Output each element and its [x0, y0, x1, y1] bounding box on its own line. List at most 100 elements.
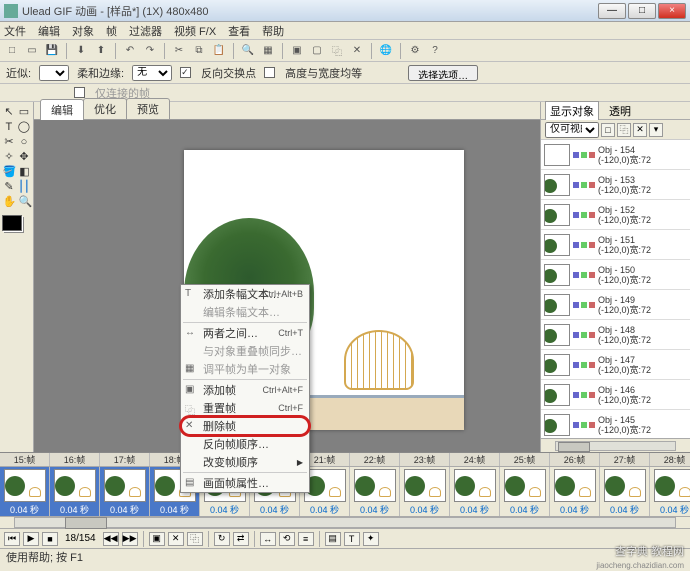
softedge-select[interactable]: 无: [132, 65, 172, 81]
zoom-icon[interactable]: 🔍: [240, 43, 256, 59]
tab-edit[interactable]: 编辑: [40, 99, 84, 120]
import-icon[interactable]: ⬇: [73, 43, 89, 59]
dupframe-button[interactable]: ⿻: [187, 532, 203, 546]
info-icon[interactable]: ?: [427, 43, 443, 59]
menu-filter[interactable]: 过滤器: [129, 23, 162, 39]
grid-icon[interactable]: ▦: [260, 43, 276, 59]
panel-new-icon[interactable]: □: [601, 123, 615, 137]
prev-button[interactable]: ◀◀: [103, 532, 119, 546]
web-icon[interactable]: 🌐: [378, 43, 394, 59]
ctx-tween[interactable]: ↔两者之间…Ctrl+T: [181, 324, 309, 342]
wand-tool-icon[interactable]: ✧: [2, 149, 16, 164]
tab-transparency[interactable]: 透明: [605, 102, 635, 120]
layer-row[interactable]: Obj - 145(-120,0)宽:72: [541, 410, 690, 438]
layer-row[interactable]: Obj - 154(-120,0)宽:72: [541, 140, 690, 170]
panel-hscroll[interactable]: [541, 438, 690, 452]
undo-icon[interactable]: ↶: [122, 43, 138, 59]
zoom-tool-icon[interactable]: 🔍: [18, 194, 33, 209]
note-checkbox[interactable]: [74, 87, 85, 98]
tab-show-objects[interactable]: 显示对象: [545, 101, 599, 120]
next-button[interactable]: ▶▶: [122, 532, 138, 546]
tab-optimize[interactable]: 优化: [83, 98, 127, 119]
recent-select[interactable]: [39, 65, 69, 81]
frame-cell[interactable]: 0.04 秒: [400, 467, 450, 516]
ctx-reverse-order[interactable]: 反向帧顺序…: [181, 435, 309, 453]
text-tool-icon[interactable]: T: [2, 119, 16, 134]
minimize-button[interactable]: —: [598, 3, 626, 19]
close-button[interactable]: ×: [658, 3, 686, 19]
sync-button[interactable]: ⟲: [279, 532, 295, 546]
hand-tool-icon[interactable]: ✋: [2, 194, 17, 209]
timeline-frames[interactable]: 0.04 秒0.04 秒0.04 秒0.04 秒0.04 秒0.04 秒0.04…: [0, 467, 690, 516]
copy-icon[interactable]: ⧉: [191, 43, 207, 59]
tween-button[interactable]: ↔: [260, 532, 276, 546]
layer-row[interactable]: Obj - 151(-120,0)宽:72: [541, 230, 690, 260]
frame-cell[interactable]: 0.04 秒: [350, 467, 400, 516]
new-icon[interactable]: □: [4, 43, 20, 59]
layer-row[interactable]: Obj - 150(-120,0)宽:72: [541, 260, 690, 290]
menu-videofx[interactable]: 视频 F/X: [174, 23, 216, 39]
props-button[interactable]: ▤: [325, 532, 341, 546]
layer-row[interactable]: Obj - 149(-120,0)宽:72: [541, 290, 690, 320]
marquee-tool-icon[interactable]: ▭: [17, 104, 31, 119]
equal-checkbox[interactable]: [264, 67, 275, 78]
menu-file[interactable]: 文件: [4, 23, 26, 39]
ctx-dup-frame[interactable]: ⿻重置帧Ctrl+F: [181, 399, 309, 417]
select-options-button[interactable]: [408, 65, 478, 81]
ctx-change-order[interactable]: 改变帧顺序▶: [181, 453, 309, 471]
redo-icon[interactable]: ↷: [142, 43, 158, 59]
maximize-button[interactable]: □: [628, 3, 656, 19]
reverse-button[interactable]: ⇄: [233, 532, 249, 546]
stop-button[interactable]: ■: [42, 532, 58, 546]
layer-row[interactable]: Obj - 153(-120,0)宽:72: [541, 170, 690, 200]
del-icon[interactable]: ✕: [349, 43, 365, 59]
layer-row[interactable]: Obj - 147(-120,0)宽:72: [541, 350, 690, 380]
eraser-tool-icon[interactable]: ◧: [18, 164, 31, 179]
dup-icon[interactable]: ⿻: [329, 43, 345, 59]
crop-tool-icon[interactable]: ✂: [2, 134, 16, 149]
move-tool-icon[interactable]: ✥: [17, 149, 31, 164]
visibility-select[interactable]: 仅可视的: [545, 122, 599, 138]
ctx-add-banner[interactable]: T添加条幅文本…Ctrl+Alt+B: [181, 285, 309, 303]
panel-del-icon[interactable]: ✕: [633, 123, 647, 137]
invert-checkbox[interactable]: [180, 67, 191, 78]
menu-help[interactable]: 帮助: [262, 23, 284, 39]
frame-cell[interactable]: 0.04 秒: [450, 467, 500, 516]
color-swatch[interactable]: [2, 215, 22, 231]
frame-cell[interactable]: 0.04 秒: [100, 467, 150, 516]
open-icon[interactable]: ▭: [24, 43, 40, 59]
paste-icon[interactable]: 📋: [211, 43, 227, 59]
menu-object[interactable]: 对象: [72, 23, 94, 39]
ellipse-tool-icon[interactable]: ○: [17, 134, 31, 149]
layer-list[interactable]: Obj - 154(-120,0)宽:72 Obj - 153(-120,0)宽…: [541, 140, 690, 438]
layer-row[interactable]: Obj - 148(-120,0)宽:72: [541, 320, 690, 350]
loop-button[interactable]: ↻: [214, 532, 230, 546]
save-icon[interactable]: 💾: [44, 43, 60, 59]
pointer-tool-icon[interactable]: ↖: [2, 104, 16, 119]
menu-view[interactable]: 查看: [228, 23, 250, 39]
first-button[interactable]: ⏮: [4, 532, 20, 546]
menu-frame[interactable]: 帧: [106, 23, 117, 39]
frame-cell[interactable]: 0.04 秒: [600, 467, 650, 516]
align-button[interactable]: ≡: [298, 532, 314, 546]
frame-cell[interactable]: 0.04 秒: [500, 467, 550, 516]
timeline-hscroll[interactable]: [0, 516, 690, 528]
addframe-button[interactable]: ▣: [149, 532, 165, 546]
brush-tool-icon[interactable]: ✎: [2, 179, 16, 194]
frame-cell[interactable]: 0.04 秒: [50, 467, 100, 516]
delframe-icon[interactable]: ▢: [309, 43, 325, 59]
fx-button[interactable]: ✦: [363, 532, 379, 546]
ctx-del-frame[interactable]: ✕删除帧: [181, 417, 309, 435]
play-button[interactable]: ▶: [23, 532, 39, 546]
panel-dup-icon[interactable]: ⿻: [617, 123, 631, 137]
cut-icon[interactable]: ✂: [171, 43, 187, 59]
settings-icon[interactable]: ⚙: [407, 43, 423, 59]
ctx-add-frame[interactable]: ▣添加帧Ctrl+Alt+F: [181, 381, 309, 399]
line-tool-icon[interactable]: ⎮⎮: [17, 179, 31, 194]
export-icon[interactable]: ⬆: [93, 43, 109, 59]
lasso-tool-icon[interactable]: ◯: [17, 119, 31, 134]
frame-cell[interactable]: 0.04 秒: [550, 467, 600, 516]
addframe-icon[interactable]: ▣: [289, 43, 305, 59]
fill-tool-icon[interactable]: 🪣: [2, 164, 17, 179]
layer-row[interactable]: Obj - 146(-120,0)宽:72: [541, 380, 690, 410]
